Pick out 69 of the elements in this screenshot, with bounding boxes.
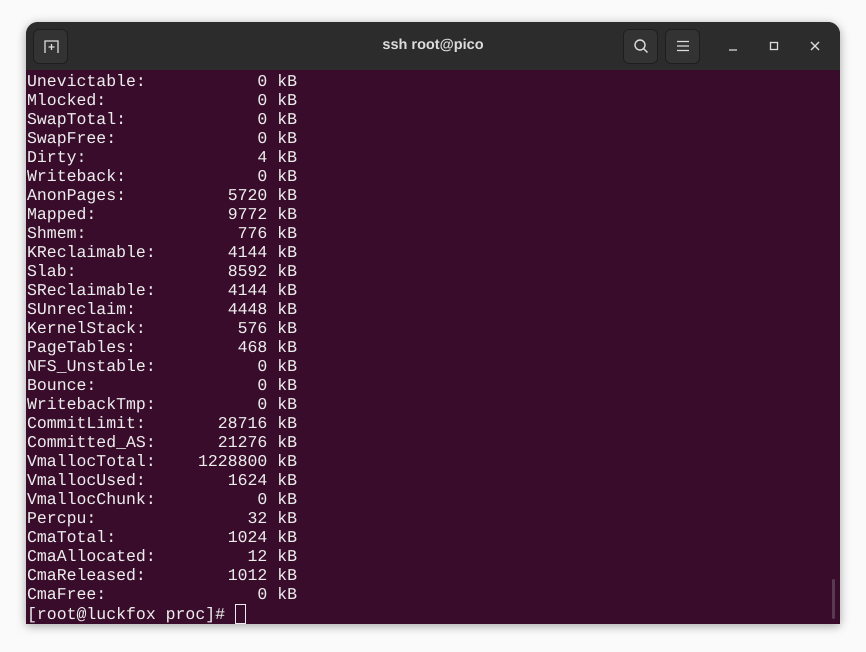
memory-field-name: PageTables: (27, 338, 137, 357)
memory-field-name: CmaFree: (27, 585, 108, 604)
memory-field-name: Slab: (27, 262, 78, 281)
memory-field-name: Dirty: (27, 148, 88, 167)
memory-field-name: CmaAllocated: (27, 547, 157, 566)
memory-field-name: CommitLimit: (27, 414, 147, 433)
memory-field-name: Committed_AS: (27, 433, 157, 452)
memory-field-value: 0 kB (256, 72, 297, 91)
memory-field-value: 0 kB (256, 129, 297, 148)
memory-field-value: 0 kB (256, 91, 297, 110)
memory-field-value: 4144 kB (226, 281, 297, 300)
scrollbar-thumb (832, 579, 835, 619)
memory-field-name: Bounce: (27, 376, 98, 395)
maximize-icon (769, 41, 779, 51)
memory-field-name: Mapped: (27, 205, 98, 224)
close-icon (810, 41, 820, 51)
memory-field-name: AnonPages: (27, 186, 128, 205)
memory-field-value: 1012 kB (226, 566, 297, 585)
memory-field-value: 1228800 kB (196, 452, 297, 471)
search-button[interactable] (623, 28, 658, 64)
menu-button[interactable] (665, 28, 700, 64)
memory-field-name: CmaTotal: (27, 528, 118, 547)
memory-field-name: NFS_Unstable: (27, 357, 157, 376)
memory-field-name: SwapFree: (27, 129, 118, 148)
memory-field-value: 4144 kB (226, 243, 297, 262)
minimize-icon (729, 49, 737, 51)
memory-field-value: 9772 kB (226, 205, 297, 224)
search-icon (632, 38, 648, 54)
memory-field-name: SUnreclaim: (27, 300, 137, 319)
memory-field-value: 576 kB (236, 319, 297, 338)
memory-field-value: 468 kB (236, 338, 297, 357)
menu-icon (676, 40, 690, 52)
memory-field-name: CmaReleased: (27, 566, 147, 585)
memory-field-name: Percpu: (27, 509, 98, 528)
memory-field-value: 0 kB (256, 376, 297, 395)
memory-field-value: 21276 kB (216, 433, 297, 452)
shell-prompt: [root@luckfox proc]# (27, 604, 226, 624)
memory-field-value: 28716 kB (216, 414, 297, 433)
memory-field-name: WritebackTmp: (27, 395, 157, 414)
memory-field-name: SwapTotal: (27, 110, 128, 129)
memory-field-name: Shmem: (27, 224, 88, 243)
memory-field-name: Unevictable: (27, 72, 147, 91)
memory-field-value: 0 kB (256, 167, 297, 186)
memory-field-value: 4 kB (256, 148, 297, 167)
memory-field-value: 0 kB (256, 490, 297, 509)
memory-field-name: Mlocked: (27, 91, 108, 110)
memory-field-value: 0 kB (256, 395, 297, 414)
memory-field-value: 1624 kB (226, 471, 297, 490)
memory-field-value: 0 kB (256, 110, 297, 129)
memory-field-value: 4448 kB (226, 300, 297, 319)
text-cursor (235, 604, 246, 624)
memory-field-name: SReclaimable: (27, 281, 157, 300)
memory-field-name: KernelStack: (27, 319, 147, 338)
memory-field-name: VmallocUsed: (27, 471, 147, 490)
new-tab-button[interactable] (33, 28, 68, 64)
memory-field-name: Writeback: (27, 167, 128, 186)
memory-field-value: 8592 kB (226, 262, 297, 281)
memory-field-value: 776 kB (236, 224, 297, 243)
window-title: ssh root@pico (382, 36, 484, 56)
memory-field-value: 0 kB (256, 357, 297, 376)
memory-field-value: 32 kB (246, 509, 297, 528)
new-tab-icon (42, 38, 58, 54)
memory-field-value: 5720 kB (226, 186, 297, 205)
memory-field-value: 0 kB (256, 585, 297, 604)
memory-field-value: 12 kB (246, 547, 297, 566)
memory-field-name: VmallocChunk: (27, 490, 157, 509)
memory-field-name: VmallocTotal: (27, 452, 157, 471)
memory-field-value: 1024 kB (226, 528, 297, 547)
memory-field-name: KReclaimable: (27, 243, 157, 262)
